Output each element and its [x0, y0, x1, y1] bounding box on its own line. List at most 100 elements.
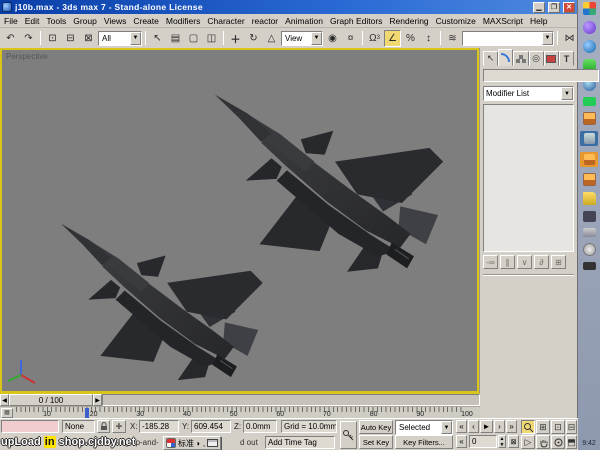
track-bar[interactable]: ▦ 1020 3040 5060 7080 90100 — [0, 406, 480, 418]
chevron-down-icon[interactable]: ▼ — [311, 32, 322, 45]
rect-selection-region-icon[interactable]: ▢ — [185, 30, 202, 47]
menu-animation[interactable]: Animation — [285, 16, 323, 26]
set-key-mode-icon[interactable] — [340, 421, 357, 449]
image-file-icon-2[interactable] — [583, 173, 596, 186]
pan-view-icon[interactable] — [536, 435, 550, 449]
menu-views[interactable]: Views — [104, 16, 127, 26]
chevron-down-icon[interactable]: ▼ — [441, 421, 452, 434]
windows-logo-icon[interactable] — [583, 2, 596, 15]
bind-to-spacewarp-icon[interactable]: ⊠ — [80, 30, 97, 47]
mirror-icon[interactable]: ⋈ — [561, 30, 577, 47]
menu-create[interactable]: Create — [133, 16, 159, 26]
modifier-stack[interactable] — [483, 104, 574, 252]
absolute-offset-toggle-icon[interactable]: ✛ — [112, 420, 126, 433]
tab-utilities-icon[interactable]: T — [559, 51, 574, 66]
zoom-extents-all-icon[interactable]: ⊟ — [566, 420, 577, 434]
frame-spinner[interactable]: ▲▼ — [498, 435, 506, 448]
chevron-down-icon[interactable]: ▼ — [561, 87, 573, 100]
field-of-view-icon[interactable]: ▷ — [521, 435, 535, 449]
tab-modify-icon[interactable] — [498, 49, 513, 66]
tab-display-icon[interactable] — [544, 51, 559, 66]
select-and-link-icon[interactable]: ⊡ — [44, 30, 61, 47]
select-and-scale-icon[interactable]: △ — [263, 30, 280, 47]
tab-hierarchy-icon[interactable] — [513, 51, 528, 66]
use-pivot-center-icon[interactable]: ◉ — [324, 30, 341, 47]
menu-modifiers[interactable]: Modifiers — [166, 16, 200, 26]
printer-icon[interactable] — [583, 228, 596, 237]
go-to-start-icon[interactable]: « — [456, 420, 467, 433]
percent-snap-icon[interactable]: % — [402, 30, 419, 47]
viewport-label[interactable]: Perspective — [6, 52, 48, 61]
time-slider-track[interactable] — [102, 394, 480, 406]
image-file-icon-selected[interactable] — [580, 152, 598, 167]
green-app-icon[interactable] — [583, 97, 596, 106]
auto-key-button[interactable]: Auto Key — [359, 420, 393, 434]
named-selection-dropdown[interactable]: ▼ — [462, 31, 554, 46]
select-and-rotate-icon[interactable]: ↻ — [245, 30, 262, 47]
select-object-icon[interactable]: ↖ — [149, 30, 166, 47]
ime-toolbar[interactable]: 标准 ◗ , — [163, 436, 221, 450]
zoom-all-icon[interactable]: ⊞ — [536, 420, 550, 434]
selection-lock-icon[interactable] — [97, 420, 110, 433]
time-slider-next-icon[interactable]: ▶ — [93, 394, 102, 406]
menu-customize[interactable]: Customize — [436, 16, 476, 26]
menu-help[interactable]: Help — [530, 16, 547, 26]
unlink-selection-icon[interactable]: ⊟ — [62, 30, 79, 47]
key-filters-button[interactable]: Key Filters... — [395, 435, 453, 449]
menu-tools[interactable]: Tools — [46, 16, 66, 26]
clock-app-icon[interactable] — [583, 243, 596, 256]
go-to-end-icon[interactable]: » — [506, 420, 517, 433]
tab-create-icon[interactable]: ↖ — [483, 51, 498, 66]
chevron-down-icon[interactable]: ▼ — [542, 32, 553, 45]
window-crossing-icon[interactable]: ◫ — [203, 30, 220, 47]
zoom-extents-icon[interactable]: ⊡ — [551, 420, 565, 434]
menu-character[interactable]: Character — [207, 16, 244, 26]
jet-model-large[interactable] — [215, 95, 443, 272]
previous-key-icon[interactable]: « — [456, 435, 467, 448]
configure-modifier-sets-icon[interactable]: ⊞ — [551, 255, 566, 269]
max-file-icon-selected[interactable] — [580, 131, 598, 146]
spinner-snap-icon[interactable]: ↕ — [420, 30, 437, 47]
zoom-tool-icon[interactable] — [521, 420, 535, 434]
play-animation-icon[interactable]: ► — [480, 420, 493, 433]
menu-reactor[interactable]: reactor — [252, 16, 278, 26]
menu-maxscript[interactable]: MAXScript — [483, 16, 523, 26]
menu-graph-editors[interactable]: Graph Editors — [330, 16, 382, 26]
ime-punctuation-toggle[interactable]: , — [203, 439, 205, 448]
ime-mode-label[interactable]: 标准 — [178, 438, 194, 449]
image-file-icon[interactable] — [583, 112, 596, 125]
maxscript-mini-listener[interactable] — [1, 420, 59, 433]
pin-stack-icon[interactable]: -∞ — [483, 255, 498, 269]
floppy-icon[interactable] — [583, 211, 596, 222]
y-coord-field[interactable]: 609.454 — [191, 420, 231, 433]
select-manipulate-icon[interactable]: ¤ — [342, 30, 359, 47]
make-unique-icon[interactable]: ∨ — [517, 255, 532, 269]
menu-edit[interactable]: Edit — [25, 16, 40, 26]
z-coord-field[interactable]: 0.0mm — [243, 420, 277, 433]
previous-frame-icon[interactable]: ‹ — [468, 420, 479, 433]
perspective-viewport[interactable]: Perspective — [0, 48, 479, 393]
add-time-tag[interactable]: Add Time Tag — [265, 436, 335, 449]
close-button[interactable]: ✕ — [563, 2, 575, 13]
time-configuration-icon[interactable]: ⊠ — [508, 435, 519, 448]
restore-button[interactable]: ❐ — [548, 2, 560, 13]
modifier-list-dropdown[interactable]: Modifier List ▼ — [483, 86, 574, 101]
browser-globe-icon[interactable] — [583, 40, 596, 53]
jet-model-small[interactable] — [61, 224, 263, 381]
camera-icon[interactable] — [583, 262, 596, 270]
current-frame-field[interactable]: 0 — [469, 435, 497, 448]
redo-icon[interactable]: ↷ — [20, 30, 37, 47]
viewport-canvas[interactable] — [2, 50, 477, 391]
set-key-button[interactable]: Set Key — [359, 435, 393, 449]
menu-rendering[interactable]: Rendering — [389, 16, 428, 26]
menu-group[interactable]: Group — [73, 16, 97, 26]
title-bar[interactable]: j10b.max - 3ds max 7 - Stand-alone Licen… — [0, 0, 577, 14]
time-slider-handle[interactable]: 0 / 100 — [9, 394, 93, 406]
angle-snap-icon[interactable]: ∠ — [384, 30, 401, 47]
folder-icon[interactable] — [583, 192, 596, 205]
select-by-name-icon[interactable]: ▤ — [167, 30, 184, 47]
object-name-field[interactable] — [483, 69, 599, 82]
chevron-down-icon[interactable]: ▼ — [130, 32, 141, 45]
tab-motion-icon[interactable]: ◎ — [529, 51, 544, 66]
remove-modifier-icon[interactable]: ∂ — [534, 255, 549, 269]
